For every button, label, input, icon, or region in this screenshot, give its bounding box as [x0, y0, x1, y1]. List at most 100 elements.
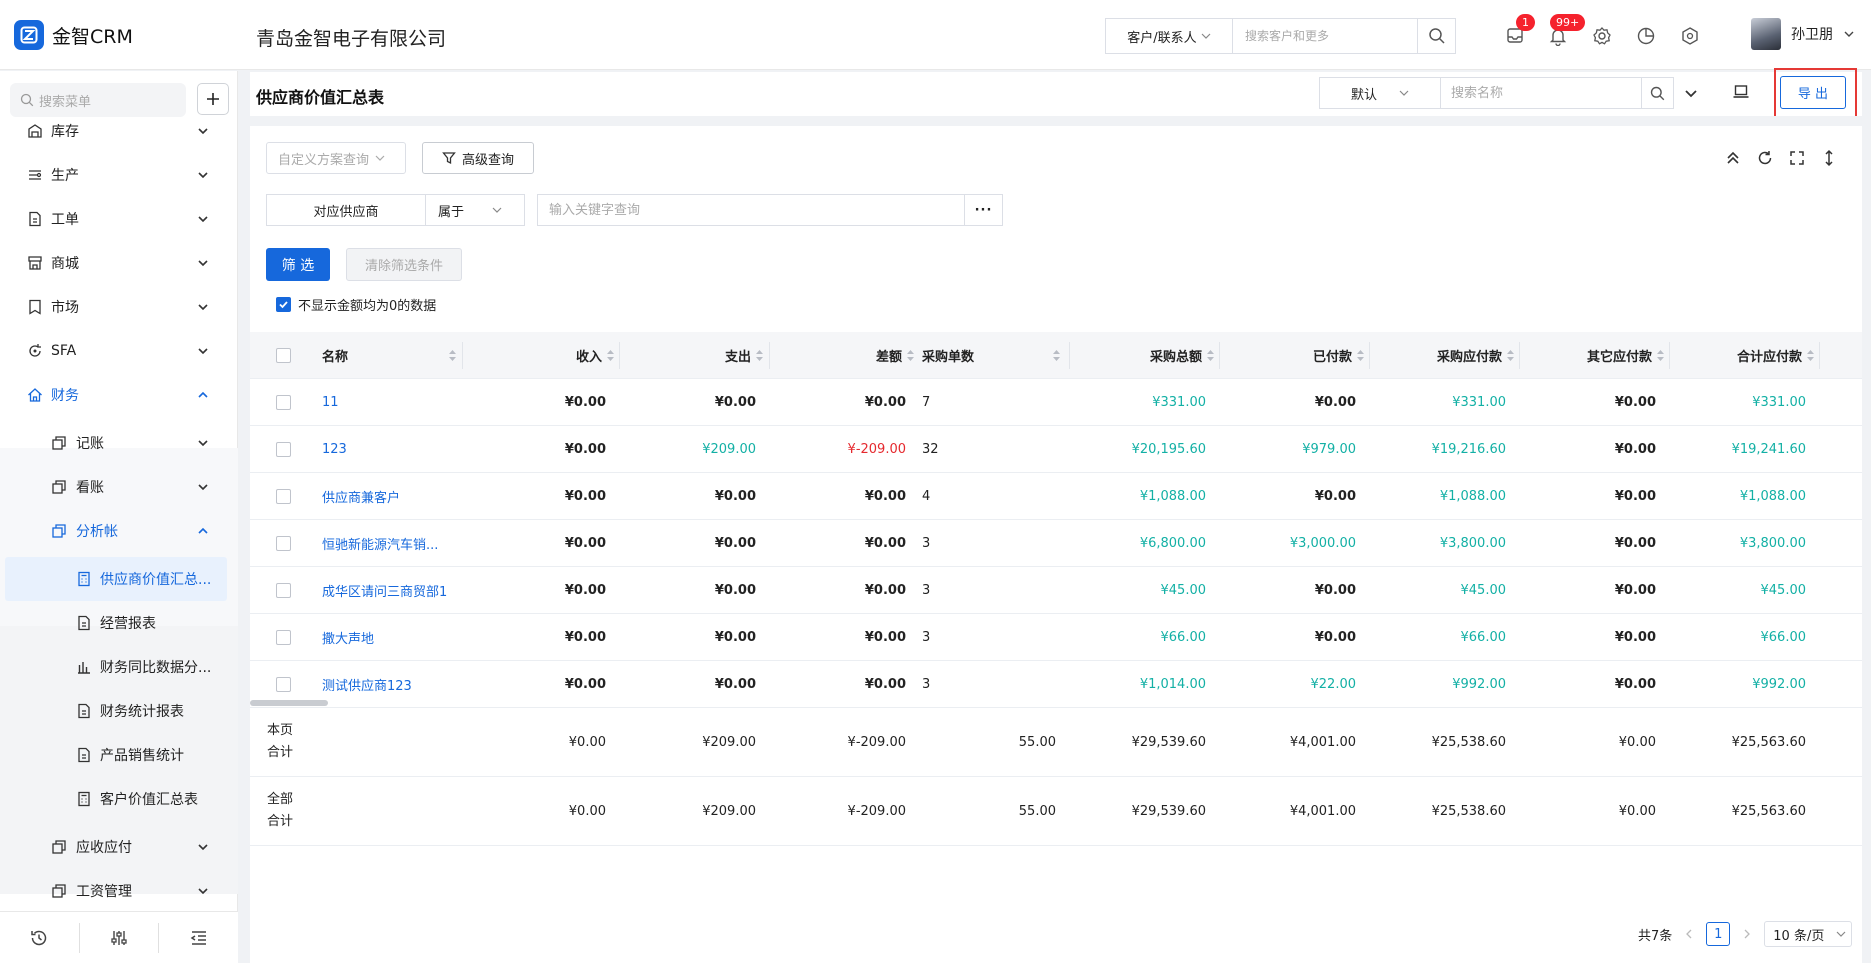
column-header-income[interactable]: 收入: [462, 332, 615, 379]
column-label: 其它应付款: [1586, 350, 1652, 365]
row-height-icon[interactable]: [1820, 149, 1838, 167]
column-header-expense[interactable]: 支出: [619, 332, 764, 379]
scheme-select[interactable]: 自定义方案查询: [266, 142, 406, 174]
collapse-up-icon[interactable]: [1724, 149, 1742, 167]
sidebar-item-label: 市场: [51, 300, 79, 316]
sidebar-item-analysis[interactable]: 分析帐: [0, 509, 238, 553]
checkbox-checked[interactable]: [276, 297, 291, 312]
sidebar-item-finance[interactable]: 财务: [0, 373, 238, 417]
settings-button[interactable]: [1592, 26, 1612, 46]
name-search-input[interactable]: [1441, 78, 1641, 108]
global-search-input[interactable]: [1233, 19, 1417, 53]
apps-button[interactable]: [1680, 26, 1700, 46]
global-search-button[interactable]: [1417, 19, 1455, 53]
column-header-other-payable[interactable]: 其它应付款: [1519, 332, 1665, 379]
column-header-purchase-total[interactable]: 采购总额: [1069, 332, 1215, 379]
hide-zero-checkbox[interactable]: 不显示金额均为0的数据: [276, 295, 436, 314]
purchase-payable-cell: ¥331.00: [1452, 395, 1506, 410]
row-checkbox[interactable]: [276, 379, 291, 426]
page-number-current[interactable]: 1: [1706, 922, 1731, 946]
chevron-left-icon[interactable]: [1684, 929, 1694, 939]
purchase-total-cell: ¥331.00: [1152, 395, 1206, 410]
keyword-input[interactable]: [538, 195, 964, 225]
row-checkbox[interactable]: [276, 426, 291, 473]
expand-toolbar-button[interactable]: [1683, 85, 1699, 101]
search-type-label: 客户/联系人: [1127, 30, 1197, 46]
sidebar-item-production[interactable]: 生产: [0, 153, 238, 197]
row-checkbox[interactable]: [276, 614, 291, 661]
refresh-icon[interactable]: [1756, 149, 1774, 167]
sidebar-item-bookkeeping[interactable]: 记账: [0, 421, 238, 465]
fullscreen-icon[interactable]: [1788, 149, 1806, 167]
statistics-button[interactable]: [1636, 26, 1656, 46]
sidebar-item-market[interactable]: 市场: [0, 285, 238, 329]
history-button[interactable]: [0, 912, 79, 963]
column-header-name[interactable]: 名称: [322, 332, 456, 379]
supplier-name-link[interactable]: 成华区请问三商贸部1: [322, 567, 447, 614]
collapse-sidebar-button[interactable]: [159, 912, 238, 963]
refresh-icon: [29, 344, 41, 357]
chevron-right-icon[interactable]: [1742, 929, 1752, 939]
supplier-name-link[interactable]: 供应商兼客户: [322, 473, 400, 520]
column-header-total-payable[interactable]: 合计应付款: [1669, 332, 1815, 379]
sidebar-item-work-order[interactable]: 工单: [0, 197, 238, 241]
filter-field-select[interactable]: 对应供应商: [266, 194, 426, 226]
sidebar-item-receivable-payable[interactable]: 应收应付: [0, 825, 238, 869]
print-view-button[interactable]: [1732, 83, 1750, 101]
supplier-name-link[interactable]: 测试供应商123: [322, 661, 412, 708]
app-logo[interactable]: 金智CRM: [14, 20, 133, 50]
row-checkbox[interactable]: [276, 567, 291, 614]
paid-cell: ¥0.00: [1314, 583, 1356, 598]
sort-icon: [1053, 350, 1060, 361]
sum-purchase-count: 55.00: [1018, 804, 1056, 819]
home-icon: [28, 388, 42, 402]
advanced-query-button[interactable]: 高级查询: [422, 142, 534, 174]
sidebar-item-customer-value[interactable]: 客户价值汇总表: [0, 777, 238, 821]
search-type-select[interactable]: 客户/联系人: [1106, 19, 1233, 53]
sidebar-item-payroll[interactable]: 工资管理: [0, 869, 238, 913]
sidebar-item-yoy-analysis[interactable]: 财务同比数据分...: [0, 645, 238, 689]
sidebar-item-inventory[interactable]: 库存: [0, 109, 238, 153]
clear-filter-button[interactable]: 清除筛选条件: [346, 248, 462, 281]
column-header-difference[interactable]: 差额: [769, 332, 915, 379]
column-header-purchase-count[interactable]: 采购单数: [922, 332, 1072, 379]
select-all-checkbox[interactable]: [276, 332, 291, 379]
export-button[interactable]: 导 出: [1780, 76, 1846, 109]
filter-button[interactable]: 筛 选: [266, 248, 330, 281]
message-badge: 1: [1516, 14, 1535, 31]
user-menu[interactable]: 孙卫朋: [1751, 18, 1855, 50]
view-select[interactable]: 默认: [1319, 77, 1441, 109]
sidebar-item-mall[interactable]: 商城: [0, 241, 238, 285]
page-size-select[interactable]: 10 条/页: [1764, 921, 1853, 947]
row-checkbox[interactable]: [276, 520, 291, 567]
document-icon: [29, 211, 41, 227]
copy-icon: [52, 436, 66, 450]
other-payable-cell: ¥0.00: [1614, 442, 1656, 457]
sidebar-item-finance-statistics[interactable]: 财务统计报表: [0, 689, 238, 733]
bookmark-icon: [29, 299, 41, 315]
sidebar-item-supplier-value[interactable]: 供应商价值汇总...: [5, 557, 227, 601]
filter-operator-select[interactable]: 属于: [425, 194, 525, 226]
name-search-button[interactable]: [1641, 78, 1673, 108]
column-label: 采购单数: [922, 350, 975, 365]
supplier-name-link[interactable]: 123: [322, 426, 347, 473]
supplier-name-link[interactable]: 恒驰新能源汽车销...: [322, 520, 438, 567]
plus-icon: [207, 93, 219, 105]
document-icon: [78, 703, 90, 719]
supplier-name-link[interactable]: 11: [322, 379, 339, 426]
chevron-down-icon: [375, 155, 385, 161]
horizontal-scrollbar[interactable]: [250, 700, 328, 706]
sidebar-item-sfa[interactable]: SFA: [0, 329, 238, 373]
purchase-total-cell: ¥45.00: [1160, 583, 1207, 598]
sidebar-item-operating-report[interactable]: 经营报表: [0, 601, 238, 645]
row-checkbox[interactable]: [276, 473, 291, 520]
keyword-search: ···: [537, 194, 1003, 226]
column-header-paid[interactable]: 已付款: [1219, 332, 1365, 379]
sum-difference: ¥-209.00: [847, 804, 906, 819]
sidebar-item-product-sales[interactable]: 产品销售统计: [0, 733, 238, 777]
sidebar-item-view-account[interactable]: 看账: [0, 465, 238, 509]
column-header-purchase-payable[interactable]: 采购应付款: [1369, 332, 1515, 379]
more-options-button[interactable]: ···: [964, 195, 1002, 225]
menu-settings-button[interactable]: [80, 912, 159, 963]
supplier-name-link[interactable]: 撒大声地: [322, 614, 374, 661]
